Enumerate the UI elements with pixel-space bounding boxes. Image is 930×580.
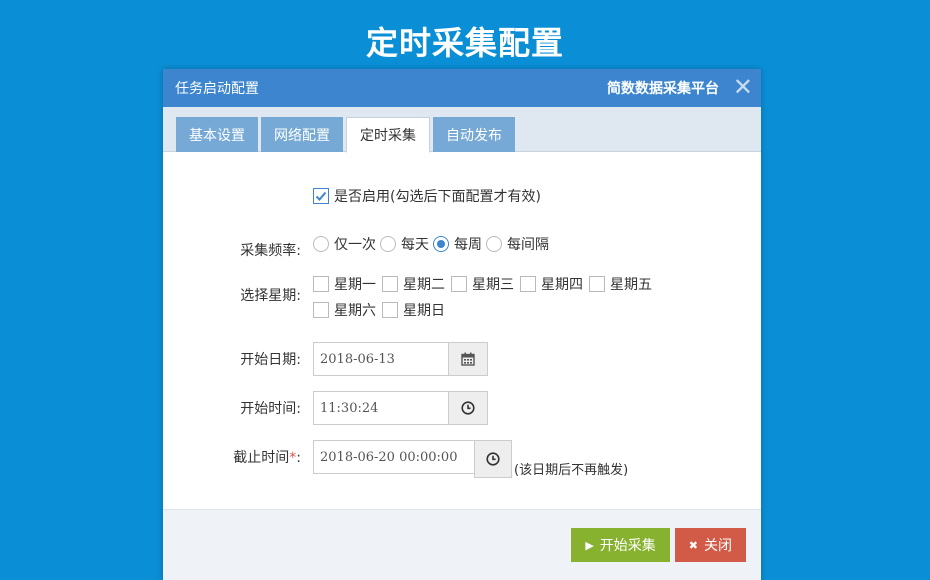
- weekday-wednesday[interactable]: 星期三: [451, 275, 514, 293]
- end-time-label: 截止时间*:: [233, 450, 301, 466]
- checkbox-monday[interactable]: [313, 276, 329, 292]
- frequency-label: 采集频率:: [240, 243, 301, 259]
- end-time-hint: (该日期后不再触发): [514, 463, 629, 478]
- weekday-thursday[interactable]: 星期四: [520, 275, 583, 293]
- checkbox-tuesday[interactable]: [382, 276, 398, 292]
- weekday-saturday[interactable]: 星期六: [313, 301, 376, 319]
- dialog-header: 任务启动配置 简数数据采集平台 ✕: [163, 69, 761, 107]
- dialog-footer: ▶ 开始采集 ✖ 关闭: [163, 509, 761, 580]
- checkbox-saturday[interactable]: [313, 302, 329, 318]
- close-icon[interactable]: ✕: [733, 73, 753, 101]
- form-body: 是否启用(勾选后下面配置才有效) 采集频率: 仅一次 每天 每周 每间隔 选择星…: [163, 152, 761, 509]
- weekday-tuesday[interactable]: 星期二: [382, 275, 445, 293]
- start-date-group: [313, 342, 488, 376]
- start-date-row: 开始日期:: [163, 342, 488, 376]
- tab-auto-publish[interactable]: 自动发布: [433, 117, 515, 152]
- checkbox-wednesday[interactable]: [451, 276, 467, 292]
- radio-weekly[interactable]: [433, 236, 449, 252]
- page-title: 定时采集配置: [365, 24, 564, 62]
- clock-icon[interactable]: [448, 391, 488, 425]
- check-icon: [315, 191, 327, 201]
- weekday-options: 星期一 星期二 星期三 星期四 星期五 星期六 星期日: [313, 275, 713, 319]
- end-time-group: (该日期后不再触发): [313, 440, 628, 478]
- weekday-label: 选择星期:: [240, 288, 301, 304]
- weekday-monday[interactable]: 星期一: [313, 275, 376, 293]
- frequency-option-once[interactable]: 仅一次: [313, 234, 376, 254]
- enable-option[interactable]: 是否启用(勾选后下面配置才有效): [313, 186, 541, 206]
- start-time-group: [313, 391, 488, 425]
- start-time-label: 开始时间:: [240, 401, 301, 417]
- config-dialog: 任务启动配置 简数数据采集平台 ✕ 基本设置 网络配置 定时采集 自动发布 是否…: [163, 69, 761, 580]
- start-collection-button[interactable]: ▶ 开始采集: [571, 528, 670, 562]
- frequency-option-daily[interactable]: 每天: [380, 234, 429, 254]
- close-button[interactable]: ✖ 关闭: [674, 528, 746, 562]
- end-time-row: 截止时间*: (该日期后不再触发): [163, 440, 628, 478]
- enable-label: 是否启用(勾选后下面配置才有效): [334, 189, 541, 205]
- clock-icon[interactable]: [474, 440, 512, 478]
- checkbox-friday[interactable]: [589, 276, 605, 292]
- start-date-input[interactable]: [313, 342, 448, 376]
- start-time-row: 开始时间:: [163, 391, 488, 425]
- tab-network-config[interactable]: 网络配置: [261, 117, 343, 152]
- tab-basic-settings[interactable]: 基本设置: [176, 117, 258, 152]
- dialog-title: 任务启动配置: [175, 81, 259, 97]
- enable-checkbox[interactable]: [313, 188, 329, 204]
- tab-scheduled-collection[interactable]: 定时采集: [346, 117, 430, 153]
- weekday-row: 选择星期: 星期一 星期二 星期三 星期四 星期五 星期六 星期日: [163, 275, 713, 319]
- frequency-option-interval[interactable]: 每间隔: [486, 234, 549, 254]
- close-icon: ✖: [688, 538, 698, 552]
- brand-name: 简数数据采集平台: [607, 81, 719, 97]
- calendar-icon[interactable]: [448, 342, 488, 376]
- weekday-sunday[interactable]: 星期日: [382, 301, 445, 319]
- enable-row: 是否启用(勾选后下面配置才有效): [163, 186, 545, 206]
- checkbox-sunday[interactable]: [382, 302, 398, 318]
- frequency-row: 采集频率: 仅一次 每天 每周 每间隔: [163, 228, 553, 260]
- checkbox-thursday[interactable]: [520, 276, 536, 292]
- frequency-option-weekly[interactable]: 每周: [433, 234, 482, 254]
- radio-daily[interactable]: [380, 236, 396, 252]
- start-time-input[interactable]: [313, 391, 448, 425]
- weekday-friday[interactable]: 星期五: [589, 275, 652, 293]
- start-date-label: 开始日期:: [240, 352, 301, 368]
- play-icon: ▶: [585, 538, 594, 552]
- end-time-input[interactable]: [313, 440, 474, 474]
- tab-bar: 基本设置 网络配置 定时采集 自动发布: [163, 107, 761, 153]
- radio-once[interactable]: [313, 236, 329, 252]
- radio-interval[interactable]: [486, 236, 502, 252]
